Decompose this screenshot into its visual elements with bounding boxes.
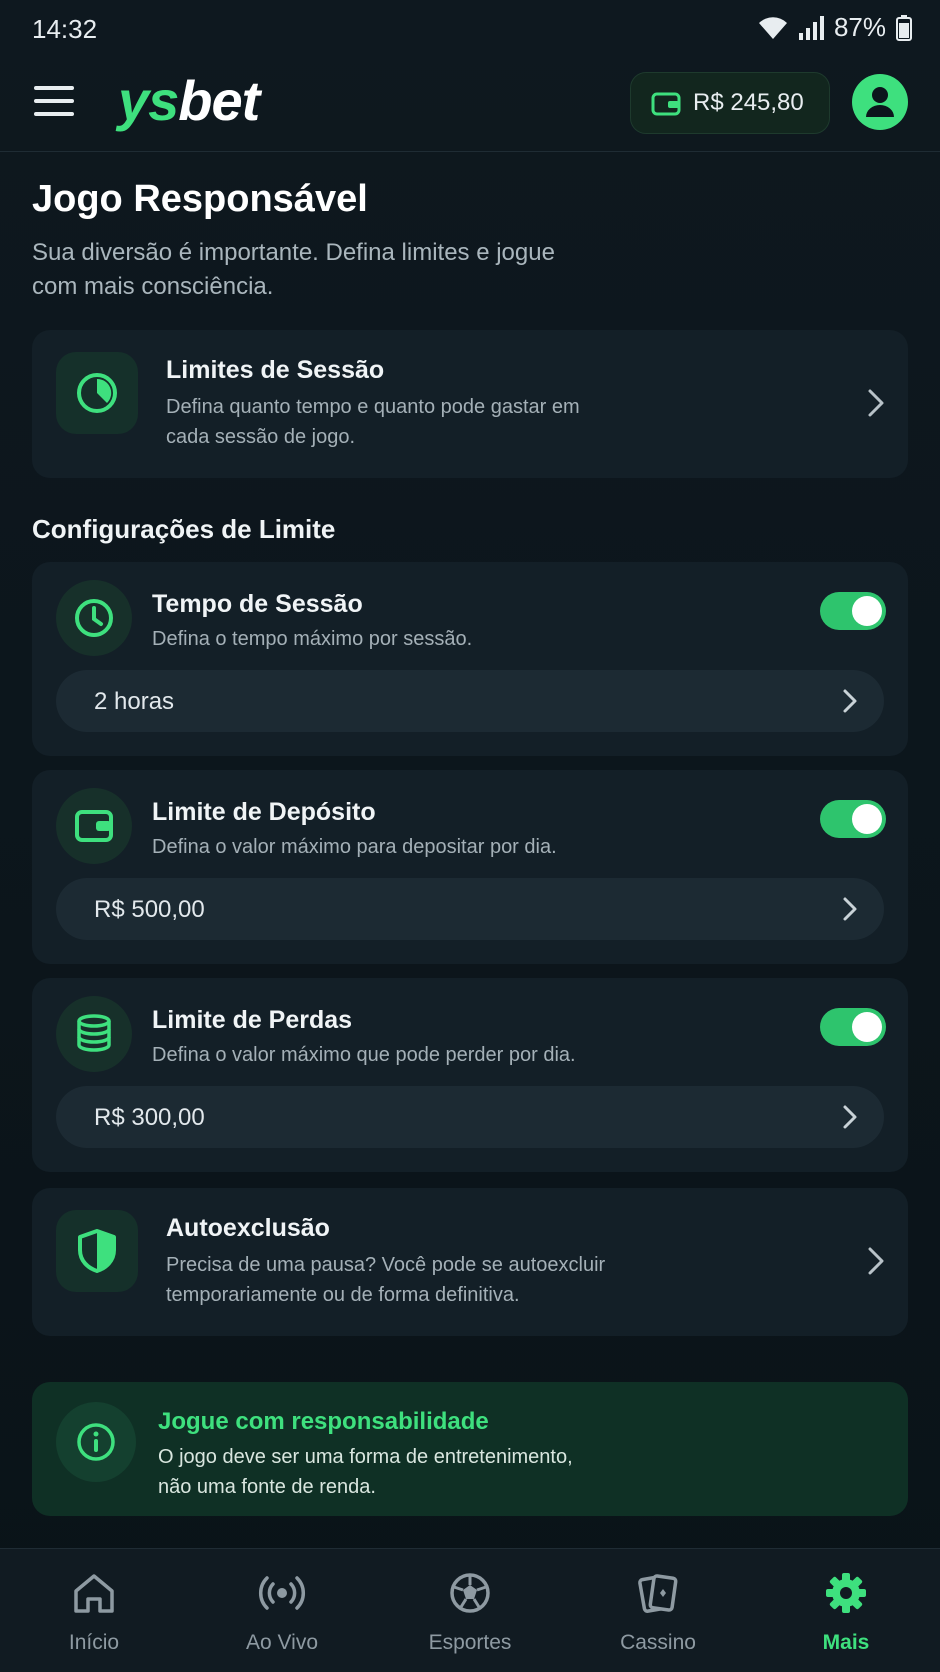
- info-description: O jogo deve ser uma forma de entretenime…: [158, 1446, 573, 1498]
- hamburger-icon: [34, 86, 74, 90]
- session-time-toggle[interactable]: [820, 592, 886, 630]
- nav-item-cassino[interactable]: Cassino: [564, 1549, 752, 1672]
- loss-limit-toggle[interactable]: [820, 1008, 886, 1046]
- limit-settings-heading: Configurações de Limite: [32, 514, 336, 544]
- status-time: 14:32: [32, 14, 98, 44]
- cards-icon: [638, 1574, 678, 1613]
- self-exclusion-icon-box: [56, 1210, 138, 1292]
- profile-button[interactable]: [852, 74, 908, 130]
- shield-icon: [78, 1229, 116, 1273]
- nav-label-inicio: Início: [68, 1631, 120, 1654]
- page-subtitle: Sua diversão é importante. Defina limite…: [32, 239, 555, 300]
- session-time-value: 2 horas: [94, 688, 175, 715]
- deposit-limit-description: Defina o valor máximo para depositar por…: [152, 836, 557, 858]
- menu-button[interactable]: [34, 86, 74, 122]
- nav-item-esportes[interactable]: Esportes: [376, 1549, 564, 1672]
- wallet-icon: [651, 92, 681, 116]
- pie-chart-icon: [77, 373, 117, 413]
- app-header: ysbet R$ 245,80: [0, 60, 940, 152]
- page-title: Jogo Responsável: [32, 178, 368, 220]
- nav-item-mais[interactable]: Mais: [752, 1549, 940, 1672]
- loss-limit-title: Limite de Perdas: [152, 1006, 353, 1034]
- session-limits-card[interactable]: Limites de Sessão Defina quanto tempo e …: [32, 330, 908, 478]
- loss-limit-card: Limite de Perdas Defina o valor máximo q…: [32, 978, 908, 1172]
- info-icon: [77, 1423, 115, 1461]
- deposit-limit-value-row[interactable]: R$ 500,00: [56, 878, 884, 940]
- session-time-card: Tempo de Sessão Defina o tempo máximo po…: [32, 562, 908, 756]
- deposit-limit-card: Limite de Depósito Defina o valor máximo…: [32, 770, 908, 964]
- deposit-limit-title: Limite de Depósito: [152, 798, 376, 826]
- deposit-limit-toggle[interactable]: [820, 800, 886, 838]
- chevron-right-icon: [868, 1247, 884, 1275]
- wallet-icon: [75, 810, 113, 842]
- responsible-gaming-banner: Jogue com responsabilidade O jogo deve s…: [32, 1382, 908, 1516]
- loss-limit-icon-box: [56, 996, 132, 1072]
- app-screen: 14:32 87% ysbet R$ 245,80 Jogo Responsáv…: [0, 0, 940, 1672]
- chevron-right-icon: [843, 897, 857, 921]
- self-exclusion-card[interactable]: Autoexclusão Precisa de uma pausa? Você …: [32, 1188, 908, 1336]
- status-bar: 14:32 87%: [0, 0, 940, 56]
- nav-label-cassino: Cassino: [620, 1631, 696, 1654]
- nav-label-mais: Mais: [822, 1631, 870, 1654]
- wifi-icon: [758, 16, 787, 39]
- coins-stack-icon: [77, 1014, 111, 1052]
- nav-label-ao-vivo: Ao Vivo: [246, 1631, 318, 1654]
- balance-amount: R$ 245,80: [693, 89, 804, 116]
- brand-logo[interactable]: ysbet: [118, 68, 260, 133]
- live-icon: [259, 1576, 305, 1610]
- gear-icon: [826, 1573, 866, 1613]
- session-limits-icon-box: [56, 352, 138, 434]
- nav-item-inicio[interactable]: Início: [0, 1549, 188, 1672]
- bottom-navigation: Início Ao Vivo Esportes Cassino Mais: [0, 1548, 940, 1672]
- loss-limit-value: R$ 300,00: [94, 1104, 205, 1131]
- deposit-limit-value: R$ 500,00: [94, 896, 205, 923]
- info-title: Jogue com responsabilidade: [158, 1408, 489, 1435]
- battery-icon: [896, 14, 912, 41]
- chevron-right-icon: [843, 689, 857, 713]
- loss-limit-description: Defina o valor máximo que pode perder po…: [152, 1044, 576, 1066]
- battery-level: 87%: [833, 12, 886, 42]
- loss-limit-value-row[interactable]: R$ 300,00: [56, 1086, 884, 1148]
- self-exclusion-title: Autoexclusão: [166, 1214, 330, 1242]
- balance-button[interactable]: R$ 245,80: [630, 72, 830, 134]
- session-time-description: Defina o tempo máximo por sessão.: [152, 628, 473, 650]
- chevron-right-icon: [843, 1105, 857, 1129]
- nav-label-esportes: Esportes: [428, 1631, 512, 1654]
- status-icons: 87%: [758, 12, 912, 43]
- clock-icon: [75, 599, 113, 637]
- session-limits-description: Defina quanto tempo e quanto pode gastar…: [166, 396, 580, 448]
- home-icon: [74, 1574, 114, 1613]
- session-limits-title: Limites de Sessão: [166, 356, 385, 384]
- deposit-limit-icon-box: [56, 788, 132, 864]
- sports-ball-icon: [450, 1573, 490, 1613]
- chevron-right-icon: [868, 389, 884, 417]
- session-time-value-row[interactable]: 2 horas: [56, 670, 884, 732]
- info-icon-box: [56, 1402, 136, 1482]
- session-time-icon-box: [56, 580, 132, 656]
- nav-item-ao-vivo[interactable]: Ao Vivo: [188, 1549, 376, 1672]
- self-exclusion-description: Precisa de uma pausa? Você pode se autoe…: [166, 1254, 606, 1306]
- signal-icon: [798, 15, 824, 40]
- user-icon: [866, 87, 894, 117]
- session-time-title: Tempo de Sessão: [152, 590, 363, 618]
